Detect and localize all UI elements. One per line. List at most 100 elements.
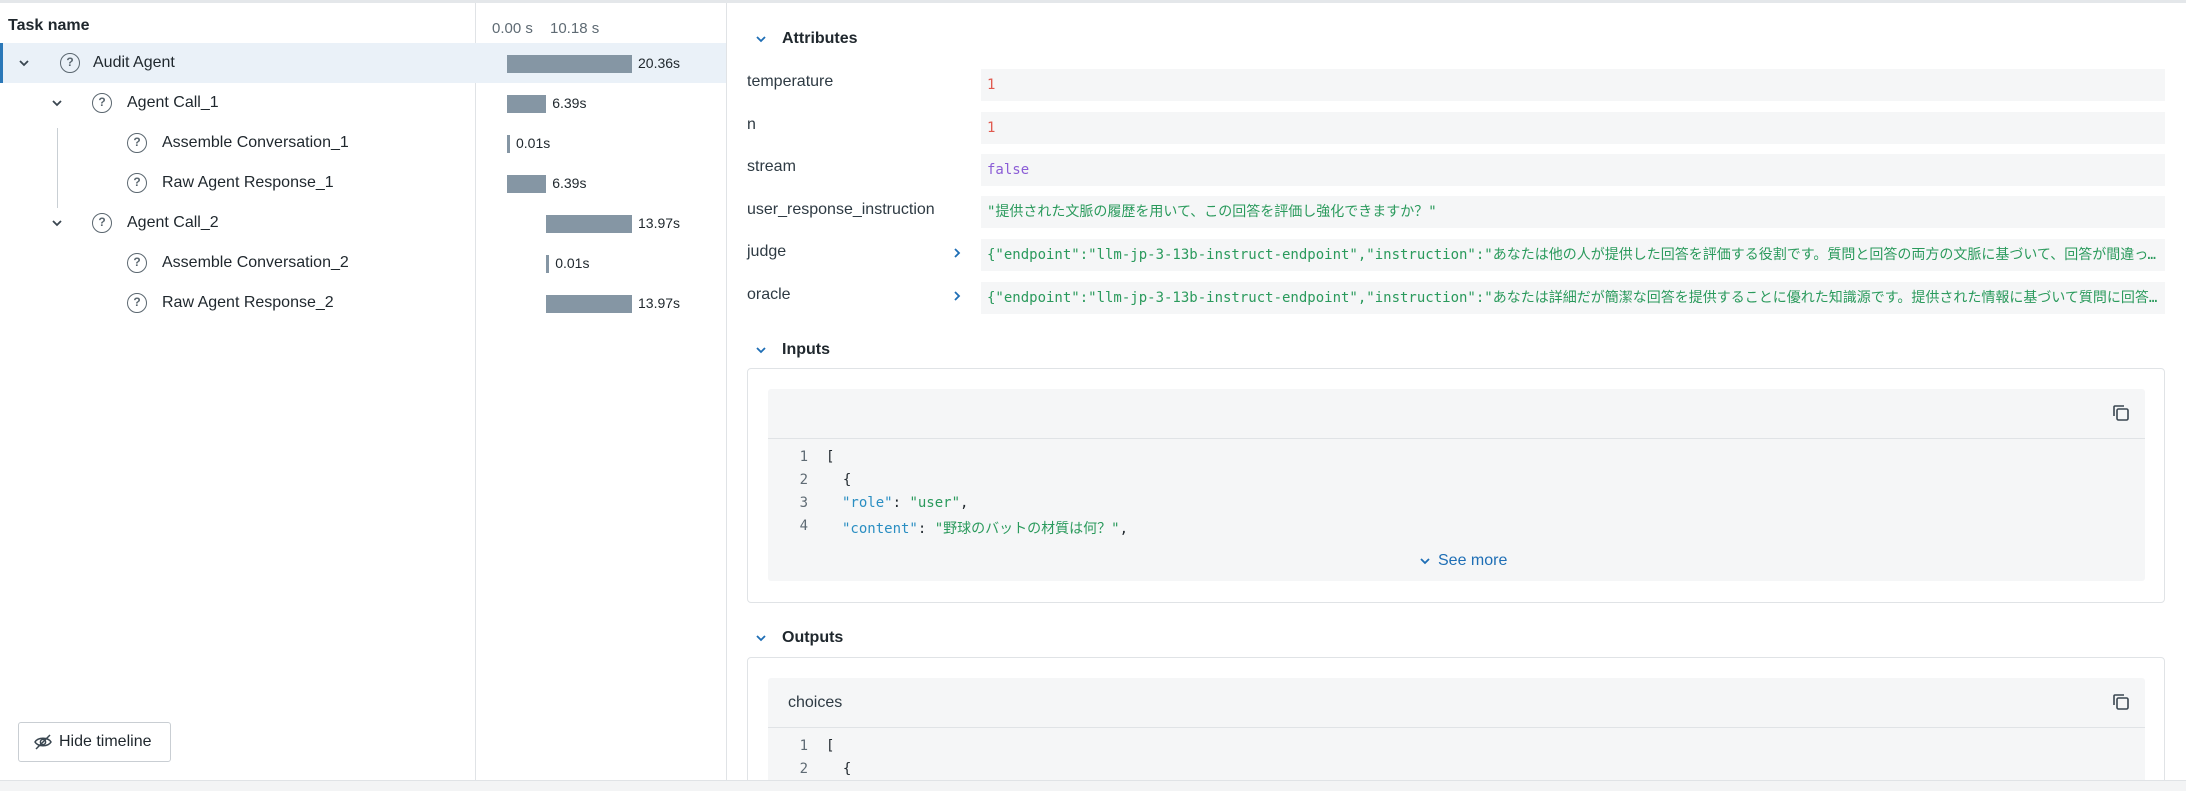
question-icon: ?	[127, 133, 147, 153]
task-label: Agent Call_2	[127, 214, 219, 231]
code-text: {	[826, 761, 852, 777]
timeline-duration-label: 13.97s	[638, 295, 681, 311]
timeline-bar[interactable]	[507, 175, 547, 193]
tree-row-assemble-conversation-1[interactable]: ? Assemble Conversation_1	[0, 123, 476, 163]
chevron-right-icon[interactable]	[950, 289, 964, 303]
timeline-row[interactable]: 0.01s	[476, 243, 726, 283]
attr-value-n: 1	[981, 112, 2165, 144]
json-tail: ,	[960, 495, 969, 511]
timeline-row[interactable]: 13.97s	[476, 283, 726, 323]
line-number: 1	[799, 738, 808, 754]
line-number: 4	[799, 518, 808, 534]
chevron-down-icon[interactable]	[50, 216, 64, 230]
tree-row-audit-agent[interactable]: ? Audit Agent	[0, 43, 476, 83]
timeline-tick-mid: 10.18 s	[550, 20, 600, 37]
attributes-section-toggle[interactable]: Attributes	[754, 30, 858, 48]
attr-key-temperature: temperature	[747, 73, 834, 90]
task-name-header: Task name	[8, 17, 90, 34]
task-label: Agent Call_1	[127, 94, 219, 111]
json-tail: ,	[1119, 521, 1129, 537]
timeline-bar[interactable]	[546, 215, 632, 233]
question-icon: ?	[127, 173, 147, 193]
chevron-down-icon	[1420, 558, 1430, 565]
timeline-bar[interactable]	[507, 95, 547, 113]
task-label: Audit Agent	[93, 54, 175, 71]
timeline-bar[interactable]	[546, 295, 632, 313]
timeline-duration-label: 6.39s	[552, 175, 587, 191]
copy-icon[interactable]	[2111, 692, 2131, 712]
timeline-bar[interactable]	[507, 55, 632, 73]
outputs-section-toggle[interactable]: Outputs	[754, 629, 843, 647]
json-sep: :	[917, 521, 935, 537]
chevron-down-icon[interactable]	[17, 56, 31, 70]
inputs-card: 1 [ 2 { 3 "role": "user", 4 "content": "…	[747, 368, 2165, 603]
timeline-row[interactable]: 20.36s	[476, 43, 726, 83]
see-more-label: See more	[1438, 552, 1508, 569]
task-tree-panel: Task name ? Audit Agent ? Agent Call_1 ?…	[0, 3, 476, 780]
line-number: 1	[799, 449, 808, 465]
attr-value-temperature: 1	[981, 69, 2165, 101]
attr-value-oracle: {"endpoint":"llm-jp-3-13b-instruct-endpo…	[981, 282, 2165, 314]
question-icon: ?	[92, 213, 112, 233]
question-icon: ?	[127, 253, 147, 273]
chevron-right-icon[interactable]	[950, 246, 964, 260]
attr-key-n: n	[747, 116, 756, 133]
timeline-bar[interactable]	[507, 135, 510, 153]
attr-value-stream: false	[981, 154, 2165, 186]
json-value: "user"	[909, 495, 961, 511]
timeline-bar[interactable]	[546, 255, 550, 273]
timeline-duration-label: 20.36s	[638, 55, 681, 71]
task-label: Raw Agent Response_1	[162, 174, 334, 191]
tree-row-agent-call-1[interactable]: ? Agent Call_1	[0, 83, 476, 123]
code-text: "content": "野球のバットの材質は何？",	[842, 518, 1128, 538]
outputs-code-box: choices 1 [ 2 {	[768, 678, 2145, 791]
timeline-row[interactable]: 6.39s	[476, 83, 726, 123]
hide-timeline-label: Hide timeline	[59, 733, 152, 750]
see-more-link[interactable]: See more	[1418, 552, 1507, 570]
attributes-title: Attributes	[782, 30, 858, 47]
chevron-down-icon	[756, 635, 766, 642]
tree-row-assemble-conversation-2[interactable]: ? Assemble Conversation_2	[0, 243, 476, 283]
code-text: [	[826, 449, 835, 465]
json-key: "role"	[842, 495, 893, 511]
timeline-row[interactable]: 6.39s	[476, 163, 726, 203]
timeline-duration-label: 0.01s	[555, 255, 590, 271]
code-text: {	[826, 472, 852, 488]
timeline-duration-label: 13.97s	[638, 215, 681, 231]
hide-timeline-button[interactable]: Hide timeline	[18, 722, 171, 762]
chevron-down-icon[interactable]	[50, 96, 64, 110]
tree-row-raw-agent-response-1[interactable]: ? Raw Agent Response_1	[0, 163, 476, 203]
inputs-code-header	[768, 389, 2145, 439]
json-sep: :	[892, 495, 910, 511]
code-text: [	[826, 738, 835, 754]
attr-key-oracle: oracle	[747, 286, 791, 303]
outputs-card: choices 1 [ 2 {	[747, 657, 2165, 791]
timeline-panel: 0.00 s 10.18 s 20.36s 6.39s 0.01s 6.39s 13.9…	[476, 3, 727, 780]
chevron-down-icon	[756, 36, 766, 43]
inputs-section-toggle[interactable]: Inputs	[754, 341, 830, 359]
details-panel: Attributes temperature 1 n 1 stream fals…	[728, 3, 2186, 791]
timeline-row[interactable]: 13.97s	[476, 203, 726, 243]
inputs-code-box: 1 [ 2 { 3 "role": "user", 4 "content": "…	[768, 389, 2145, 581]
json-value: "野球のバットの材質は何？"	[934, 521, 1120, 537]
question-icon: ?	[127, 293, 147, 313]
outputs-code-header: choices	[768, 678, 2145, 728]
timeline-row[interactable]: 0.01s	[476, 123, 726, 163]
attr-key-user-response-instruction: user_response_instruction	[747, 201, 935, 218]
code-text: "role": "user",	[842, 495, 968, 511]
timeline-tick-start: 0.00 s	[492, 20, 533, 37]
attr-key-stream: stream	[747, 158, 796, 175]
line-number: 2	[799, 761, 808, 777]
tree-row-agent-call-2[interactable]: ? Agent Call_2	[0, 203, 476, 243]
task-label: Raw Agent Response_2	[162, 294, 334, 311]
line-number: 2	[799, 472, 808, 488]
eye-off-icon	[34, 734, 52, 750]
tree-row-raw-agent-response-2[interactable]: ? Raw Agent Response_2	[0, 283, 476, 323]
json-key: "content"	[842, 521, 918, 537]
copy-icon[interactable]	[2111, 403, 2131, 423]
attr-value-judge: {"endpoint":"llm-jp-3-13b-instruct-endpo…	[981, 239, 2165, 271]
bottom-scrollbar-track[interactable]	[0, 780, 2186, 791]
timeline-duration-label: 0.01s	[516, 135, 551, 151]
outputs-title: Outputs	[782, 629, 844, 646]
inputs-title: Inputs	[782, 341, 830, 358]
